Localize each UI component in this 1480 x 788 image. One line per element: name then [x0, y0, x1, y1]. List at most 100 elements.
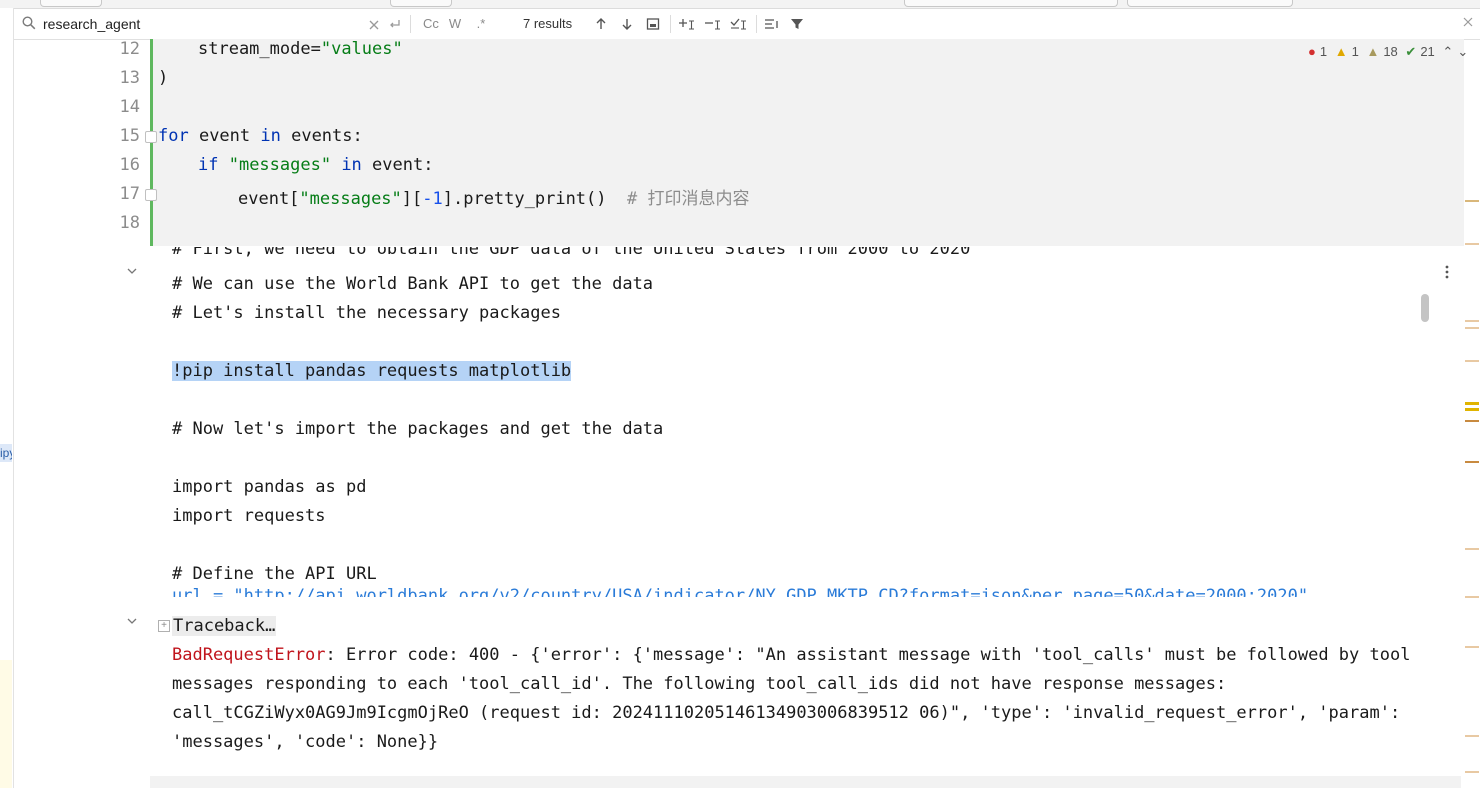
filter-search-results-icon[interactable] — [764, 15, 780, 33]
typo-count: 21 — [1420, 44, 1435, 59]
run-config-dropdown[interactable] — [904, 0, 1118, 7]
code-line-17[interactable]: event["messages"][-1].pretty_print() # 打… — [238, 184, 749, 209]
close-icon[interactable] — [1462, 16, 1474, 28]
selected-text[interactable]: !pip install pandas requests matplotlib — [172, 361, 572, 381]
line-number: 12 — [119, 39, 140, 59]
collapse-error-icon[interactable] — [126, 615, 138, 627]
editor-scroll-gutter[interactable] — [1461, 40, 1480, 788]
separator — [670, 15, 671, 33]
code-token: in — [260, 126, 281, 146]
typo-icon: ✔ — [1405, 44, 1417, 59]
separator — [410, 15, 411, 33]
gutter-mark[interactable] — [1465, 408, 1479, 411]
left-gutter-highlight — [0, 660, 12, 788]
match-case-button[interactable]: Cc — [420, 15, 442, 33]
error-line: 'messages', 'code': None}} — [172, 732, 439, 752]
filter-icon[interactable] — [790, 15, 804, 33]
code-token: ].pretty_print() — [442, 189, 627, 209]
code-line-16[interactable]: if "messages" in event: — [198, 155, 433, 175]
results-count: 7 results — [523, 16, 573, 31]
gutter-mark[interactable] — [1465, 327, 1479, 329]
chevron-up-icon[interactable]: ⌃ — [1442, 44, 1453, 59]
find-in-window-icon[interactable] — [646, 15, 660, 33]
output-line: # Define the API URL — [172, 564, 377, 584]
separator — [756, 15, 757, 33]
code-comment: # 打印消息内容 — [626, 189, 750, 209]
warning-count: 1 — [1351, 44, 1359, 59]
fold-marker[interactable] — [145, 189, 157, 201]
weak-warning-count: 18 — [1383, 44, 1398, 59]
traceback-link[interactable]: Traceback… — [172, 616, 277, 636]
more-options-icon[interactable] — [1442, 264, 1452, 280]
add-occurrence-icon[interactable] — [678, 15, 696, 33]
arrow-down-icon[interactable] — [620, 15, 634, 33]
gutter-mark[interactable] — [1465, 548, 1479, 550]
search-input[interactable] — [43, 15, 363, 33]
top-toolbar-remnant — [0, 0, 1480, 9]
file-type-tag[interactable]: ipy — [0, 444, 12, 462]
error-message: : Error code: 400 - {'error': {'message'… — [325, 645, 1411, 665]
output-line: !pip install pandas requests matplotlib — [172, 361, 572, 381]
expand-traceback-icon[interactable]: + — [158, 620, 170, 632]
gutter-mark[interactable] — [1465, 461, 1479, 463]
line-number: 13 — [119, 68, 140, 88]
gutter-mark[interactable] — [1465, 320, 1479, 322]
collapse-output-icon[interactable] — [126, 265, 138, 277]
find-bar: Cc W .* 7 results — [14, 9, 1480, 40]
code-token: for — [158, 126, 189, 146]
whole-word-button[interactable]: W — [446, 15, 464, 33]
error-icon: ● — [1308, 44, 1316, 59]
gutter-mark[interactable] — [1465, 596, 1479, 598]
code-token: -1 — [422, 189, 443, 209]
toolbar-fragment — [390, 0, 452, 7]
search-icon — [22, 16, 36, 30]
interpreter-dropdown[interactable] — [1127, 0, 1293, 7]
output-line: # We can use the World Bank API to get t… — [172, 274, 654, 294]
line-number: 16 — [119, 155, 140, 175]
arrow-up-icon[interactable] — [594, 15, 608, 33]
error-line: BadRequestError: Error code: 400 - {'err… — [172, 645, 1410, 665]
code-line-12[interactable]: stream_mode="values" — [198, 39, 403, 59]
code-token: in — [331, 155, 362, 175]
error-line: messages responding to each 'tool_call_i… — [172, 674, 1227, 694]
new-line-icon[interactable] — [388, 15, 402, 33]
gutter-mark[interactable] — [1465, 243, 1479, 245]
line-number: 15 — [119, 126, 140, 146]
code-token: event[ — [238, 189, 300, 209]
select-all-occurrences-icon[interactable] — [730, 15, 748, 33]
remove-occurrence-icon[interactable] — [704, 15, 722, 33]
code-token: event — [188, 126, 261, 146]
gutter-mark[interactable] — [1465, 420, 1479, 422]
gutter-mark[interactable] — [1465, 360, 1479, 362]
gutter-mark[interactable] — [1465, 735, 1479, 737]
code-token: if — [198, 155, 219, 175]
code-token: stream_mode — [198, 39, 311, 59]
error-line: call_tCGZiWyx0AG9Jm9IcgmOjReO (request i… — [172, 703, 1401, 723]
code-line-13[interactable]: ) — [158, 68, 168, 88]
line-number: 18 — [119, 213, 140, 233]
clear-search-icon[interactable] — [368, 15, 380, 33]
gutter-mark[interactable] — [1465, 200, 1479, 202]
code-token: event: — [361, 155, 434, 175]
cell-output: # First, we need to obtain the GDP data … — [150, 247, 1430, 597]
gutter-mark[interactable] — [1465, 402, 1479, 405]
inspection-widget[interactable]: ● 1 ▲ 1 ▲ 18 ✔ 21 ⌃ ⌄ — [1308, 44, 1472, 60]
warning-icon: ▲ — [1334, 44, 1348, 59]
code-line-15[interactable]: for event in events: — [158, 126, 363, 146]
output-line: url = "http://api.worldbank.org/v2/count… — [172, 586, 1309, 597]
fold-marker[interactable] — [145, 131, 157, 143]
regex-button[interactable]: .* — [472, 15, 490, 33]
next-cell[interactable] — [150, 776, 1461, 788]
code-token: "messages" — [218, 155, 332, 175]
weak-warning-icon: ▲ — [1366, 44, 1380, 59]
output-line: # Now let's import the packages and get … — [172, 419, 664, 439]
toolbar-fragment — [40, 0, 102, 7]
error-name: BadRequestError — [172, 645, 326, 665]
line-number: 17 — [119, 184, 140, 204]
error-count: 1 — [1319, 44, 1328, 59]
gutter-mark[interactable] — [1465, 771, 1479, 773]
gutter-mark[interactable] — [1465, 646, 1479, 648]
code-token: events: — [280, 126, 363, 146]
code-token: "messages" — [299, 189, 402, 209]
code-token: "values" — [320, 39, 403, 59]
